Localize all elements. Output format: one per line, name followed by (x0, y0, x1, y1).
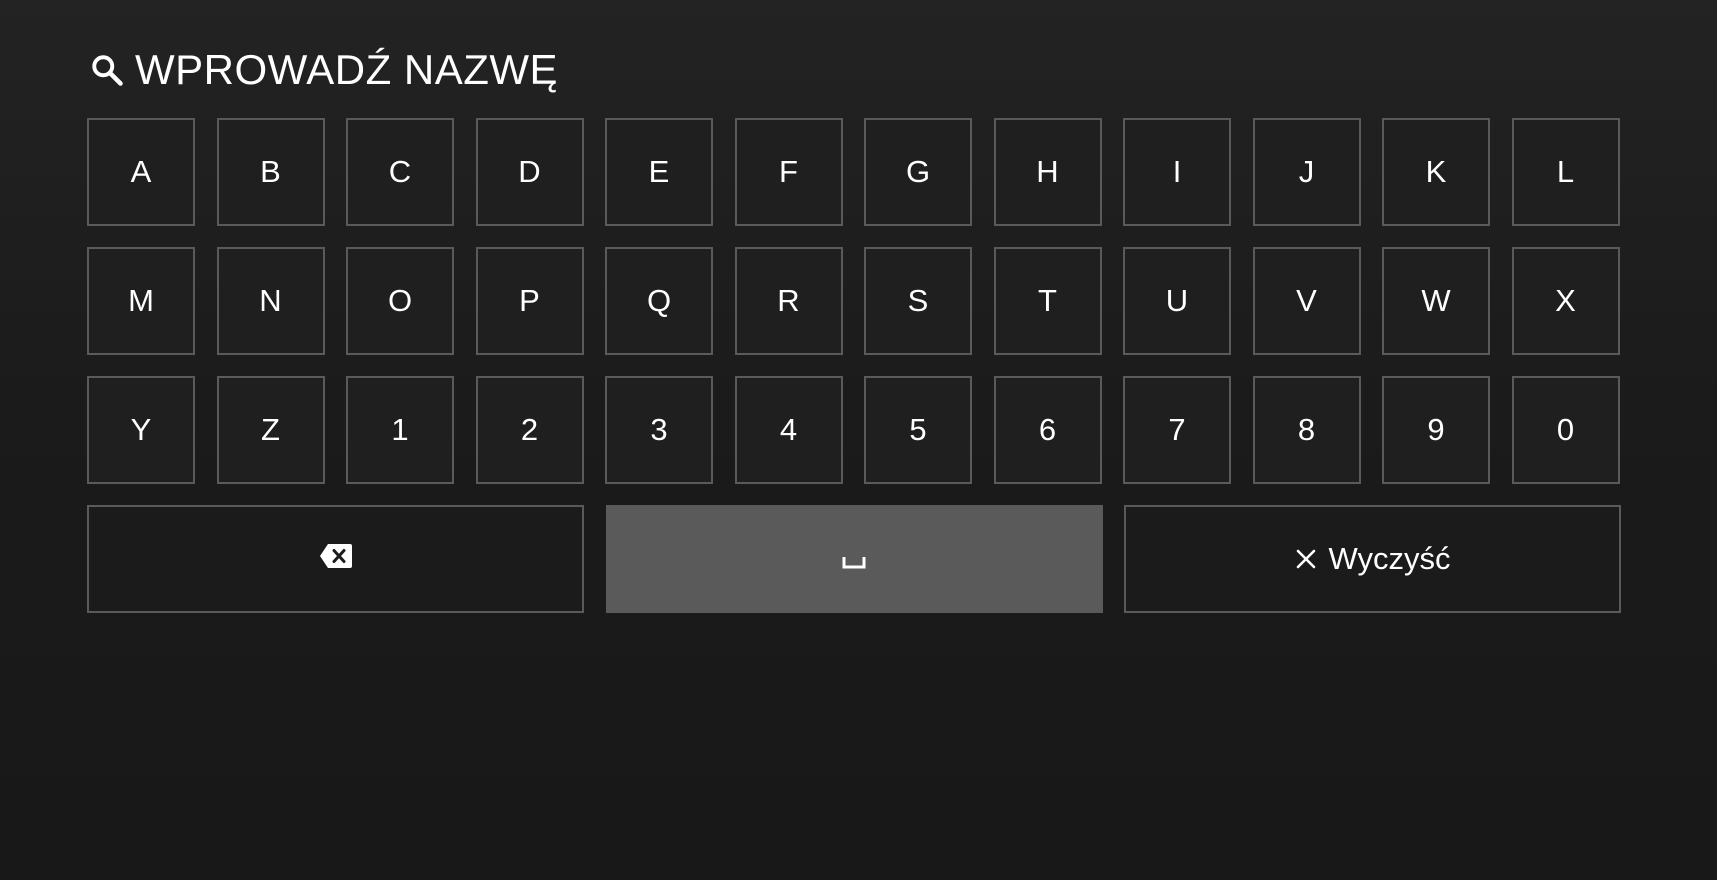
key-w[interactable]: W (1382, 247, 1490, 355)
key-8[interactable]: 8 (1252, 376, 1361, 484)
key-c[interactable]: C (346, 118, 454, 226)
key-6[interactable]: 6 (993, 376, 1102, 484)
key-2[interactable]: 2 (475, 376, 584, 484)
key-o[interactable]: O (346, 247, 454, 355)
key-y[interactable]: Y (87, 376, 195, 484)
search-icon (87, 50, 127, 90)
key-5[interactable]: 5 (864, 376, 972, 484)
key-r[interactable]: R (734, 247, 843, 355)
backspace-icon (319, 541, 353, 577)
key-f[interactable]: F (734, 118, 843, 226)
search-title: WPROWADŹ NAZWĘ (135, 46, 559, 93)
key-x[interactable]: X (1511, 247, 1620, 355)
key-p[interactable]: P (475, 247, 584, 355)
key-h[interactable]: H (993, 118, 1102, 226)
key-i[interactable]: I (1123, 118, 1231, 226)
key-e[interactable]: E (605, 118, 713, 226)
keyboard-row-3: YZ1234567890 (87, 376, 1621, 484)
key-s[interactable]: S (864, 247, 972, 355)
key-a[interactable]: A (87, 118, 195, 226)
key-l[interactable]: L (1511, 118, 1620, 226)
key-1[interactable]: 1 (346, 376, 454, 484)
key-3[interactable]: 3 (605, 376, 713, 484)
key-q[interactable]: Q (605, 247, 713, 355)
key-4[interactable]: 4 (734, 376, 843, 484)
key-b[interactable]: B (216, 118, 325, 226)
clear-button[interactable]: Wyczyść (1124, 505, 1621, 613)
keyboard-row-2: MNOPQRSTUVWX (87, 247, 1621, 355)
key-v[interactable]: V (1252, 247, 1361, 355)
key-t[interactable]: T (993, 247, 1102, 355)
key-0[interactable]: 0 (1511, 376, 1620, 484)
key-d[interactable]: D (475, 118, 584, 226)
space-bar-icon (842, 541, 866, 577)
key-g[interactable]: G (864, 118, 972, 226)
key-j[interactable]: J (1252, 118, 1361, 226)
key-7[interactable]: 7 (1123, 376, 1231, 484)
key-u[interactable]: U (1123, 247, 1231, 355)
keyboard-row-1: ABCDEFGHIJKL (87, 118, 1621, 226)
space-button[interactable] (605, 505, 1103, 613)
key-m[interactable]: M (87, 247, 195, 355)
key-n[interactable]: N (216, 247, 325, 355)
close-icon (1295, 548, 1317, 570)
on-screen-keyboard: ABCDEFGHIJKL MNOPQRSTUVWX YZ1234567890 W… (87, 118, 1621, 613)
clear-button-label: Wyczyść (1328, 541, 1451, 576)
key-z[interactable]: Z (216, 376, 325, 484)
backspace-button[interactable] (87, 505, 584, 613)
key-k[interactable]: K (1382, 118, 1490, 226)
key-9[interactable]: 9 (1382, 376, 1490, 484)
keyboard-action-row: Wyczyść (87, 505, 1621, 613)
search-header: WPROWADŹ NAZWĘ (87, 40, 558, 100)
